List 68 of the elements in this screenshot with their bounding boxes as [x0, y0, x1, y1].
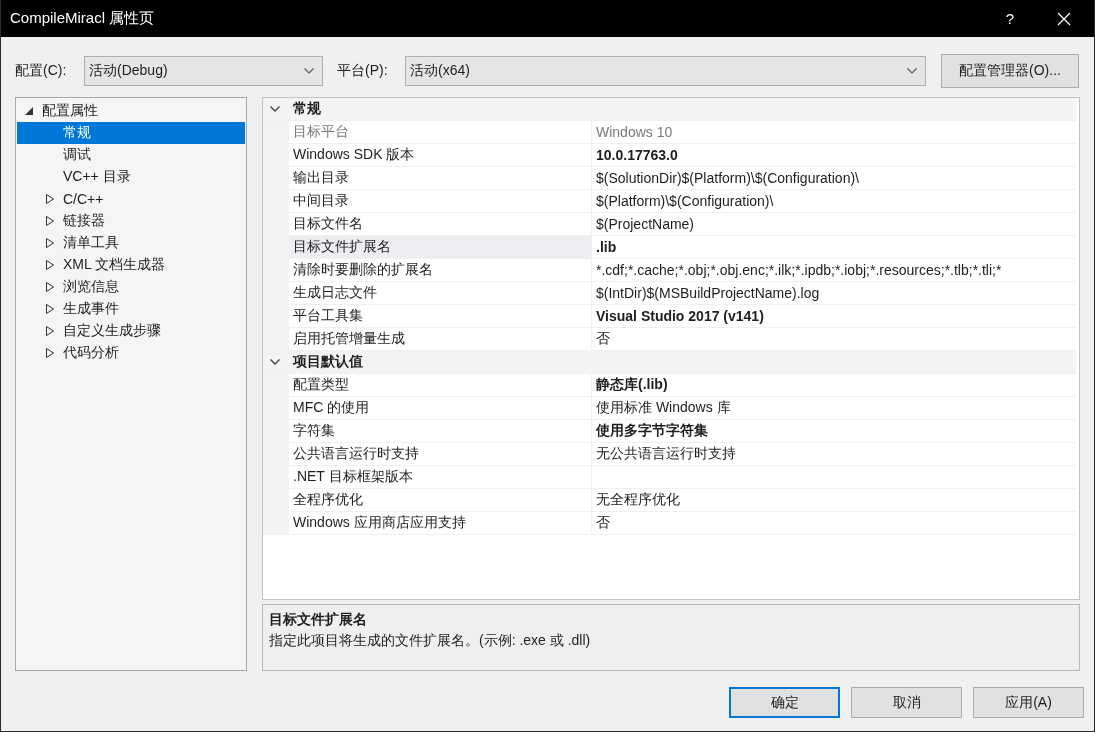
- property-value[interactable]: 使用标准 Windows 库: [592, 397, 1076, 420]
- close-icon: [1057, 11, 1071, 26]
- caret-icon[interactable]: [46, 282, 54, 292]
- property-value[interactable]: 使用多字节字符集: [592, 420, 1076, 443]
- property-value[interactable]: $(ProjectName): [592, 213, 1076, 236]
- property-value[interactable]: 10.0.17763.0: [592, 144, 1076, 167]
- property-name[interactable]: 目标文件扩展名: [289, 236, 592, 259]
- property-name[interactable]: 配置类型: [289, 374, 592, 397]
- platform-label: 平台(P):: [337, 61, 388, 80]
- caret-icon[interactable]: [46, 348, 54, 358]
- tree-item[interactable]: 配置属性: [17, 100, 245, 122]
- property-name[interactable]: .NET 目标框架版本: [289, 466, 592, 489]
- property-value[interactable]: 无公共语言运行时支持: [592, 443, 1076, 466]
- window-title: CompileMiracl 属性页: [10, 9, 156, 28]
- description-text: 指定此项目将生成的文件扩展名。(示例: .exe 或 .dll): [269, 630, 591, 650]
- property-name[interactable]: 公共语言运行时支持: [289, 443, 592, 466]
- caret-icon[interactable]: [46, 304, 54, 314]
- dialog-button[interactable]: 确定: [729, 687, 840, 718]
- chevron-icon[interactable]: [270, 359, 280, 365]
- tree-item[interactable]: 清单工具: [17, 232, 245, 254]
- tree-item[interactable]: 生成事件: [17, 298, 245, 320]
- caret-icon[interactable]: [46, 260, 54, 270]
- chevron-down-icon: [907, 67, 917, 74]
- property-name[interactable]: 中间目录: [289, 190, 592, 213]
- property-value[interactable]: .lib: [592, 236, 1076, 259]
- platform-dropdown[interactable]: 活动(x64): [405, 55, 926, 86]
- property-name[interactable]: 输出目录: [289, 167, 592, 190]
- configuration-manager-button[interactable]: 配置管理器(O)...: [941, 53, 1079, 88]
- property-name[interactable]: 平台工具集: [289, 305, 592, 328]
- caret-icon[interactable]: [25, 107, 33, 115]
- caret-icon[interactable]: [46, 238, 54, 248]
- chevron-down-icon: [304, 67, 314, 74]
- property-value[interactable]: 否: [592, 512, 1076, 535]
- property-name[interactable]: Windows 应用商店应用支持: [289, 512, 592, 535]
- configuration-label: 配置(C):: [15, 61, 67, 80]
- tree-item[interactable]: XML 文档生成器: [17, 254, 245, 276]
- dialog-button[interactable]: 应用(A): [973, 687, 1084, 718]
- property-name[interactable]: 字符集: [289, 420, 592, 443]
- property-value[interactable]: *.cdf;*.cache;*.obj;*.obj.enc;*.ilk;*.ipdb;*.iobj;*.resources;*.tlb;*.tli;*: [592, 259, 1076, 282]
- property-value[interactable]: $(Platform)\$(Configuration)\: [592, 190, 1076, 213]
- dialog-button[interactable]: 取消: [851, 687, 962, 718]
- tree-item[interactable]: 调试: [17, 144, 245, 166]
- tree-item[interactable]: 浏览信息: [17, 276, 245, 298]
- caret-icon[interactable]: [46, 216, 54, 226]
- tree-item[interactable]: 代码分析: [17, 342, 245, 364]
- caret-icon[interactable]: [46, 326, 54, 336]
- chevron-icon[interactable]: [270, 106, 280, 112]
- property-name[interactable]: 全程序优化: [289, 489, 592, 512]
- property-name[interactable]: Windows SDK 版本: [289, 144, 592, 167]
- tree-item[interactable]: VC++ 目录: [17, 166, 245, 188]
- tree-item[interactable]: 链接器: [17, 210, 245, 232]
- property-value[interactable]: $(SolutionDir)$(Platform)\$(Configuration)\: [592, 167, 1076, 190]
- property-value[interactable]: 无全程序优化: [592, 489, 1076, 512]
- tree-item[interactable]: 自定义生成步骤: [17, 320, 245, 342]
- configuration-dropdown[interactable]: 活动(Debug): [84, 55, 323, 86]
- caret-icon[interactable]: [46, 194, 54, 204]
- help-button[interactable]: ?: [987, 0, 1033, 37]
- property-value[interactable]: 静态库(.lib): [592, 374, 1076, 397]
- category-row[interactable]: 常规: [263, 98, 1076, 121]
- property-name[interactable]: 生成日志文件: [289, 282, 592, 305]
- tree-item[interactable]: 常规: [17, 122, 245, 144]
- property-value[interactable]: Visual Studio 2017 (v141): [592, 305, 1076, 328]
- description-title: 目标文件扩展名: [269, 609, 367, 629]
- property-value[interactable]: $(IntDir)$(MSBuildProjectName).log: [592, 282, 1076, 305]
- category-row[interactable]: 项目默认值: [263, 351, 1076, 374]
- tree-item[interactable]: C/C++: [17, 188, 245, 210]
- property-name[interactable]: MFC 的使用: [289, 397, 592, 420]
- property-name[interactable]: 清除时要删除的扩展名: [289, 259, 592, 282]
